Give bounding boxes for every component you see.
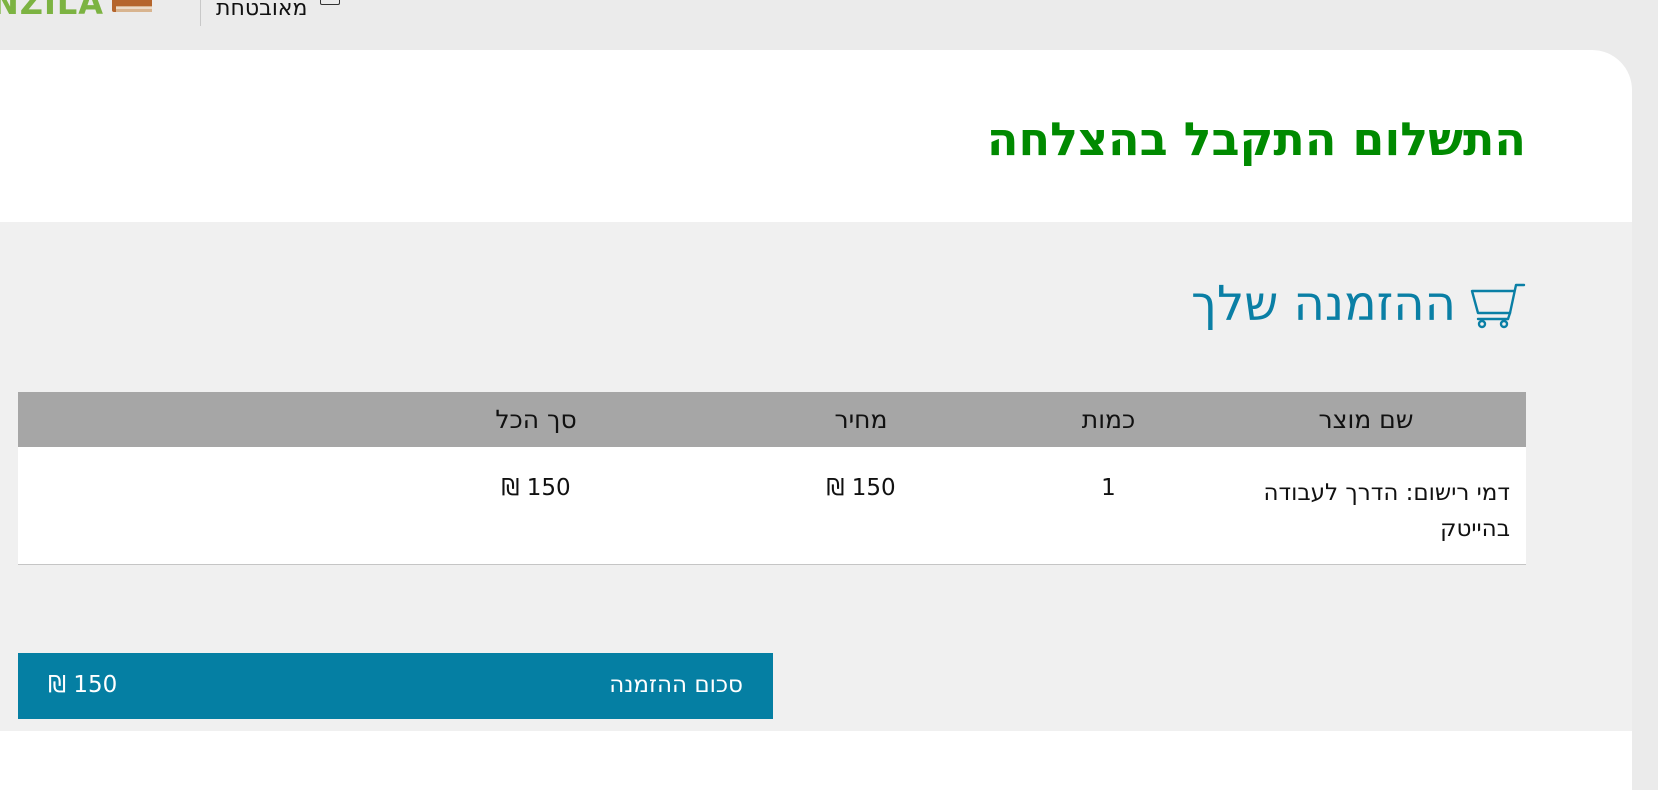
item-name: דמי רישום: הדרך לעבודה בהייטק bbox=[1263, 480, 1511, 542]
column-header-spacer bbox=[18, 392, 361, 447]
header-divider bbox=[200, 0, 201, 26]
main-card: התשלום התקבל בהצלחה ההזמנה שלך שם מוצר כ… bbox=[0, 50, 1632, 790]
secure-link[interactable]: מאובטחת bbox=[216, 0, 307, 21]
order-heading-title: ההזמנה שלך bbox=[1191, 276, 1456, 332]
site-logo[interactable]: NZILA bbox=[0, 0, 104, 22]
item-total: 150 ₪ bbox=[501, 475, 571, 501]
order-total-bar: סכום ההזמנה 150 ₪ bbox=[18, 653, 773, 719]
table-header-row: שם מוצר כמות מחיר סך הכל bbox=[18, 392, 1526, 447]
order-heading: ההזמנה שלך bbox=[1191, 276, 1526, 332]
item-quantity: 1 bbox=[1101, 475, 1116, 501]
top-header: NZILA מאובטחת bbox=[0, 0, 1658, 50]
box-icon bbox=[320, 0, 340, 5]
shopping-cart-icon bbox=[1470, 283, 1526, 329]
order-total-value: 150 ₪ bbox=[48, 672, 118, 698]
item-price: 150 ₪ bbox=[826, 475, 896, 501]
column-header-quantity: כמות bbox=[1081, 405, 1136, 434]
book-icon bbox=[112, 0, 152, 12]
page-title: התשלום התקבל בהצלחה bbox=[986, 112, 1526, 166]
order-section: ההזמנה שלך שם מוצר כמות מחיר סך הכל דמי … bbox=[0, 222, 1632, 731]
column-header-total: סך הכל bbox=[495, 405, 577, 434]
column-header-name: שם מוצר bbox=[1318, 405, 1414, 434]
column-header-price: מחיר bbox=[834, 405, 888, 434]
order-total-label: סכום ההזמנה bbox=[609, 672, 743, 698]
order-table: שם מוצר כמות מחיר סך הכל דמי רישום: הדרך… bbox=[18, 392, 1526, 565]
row-spacer bbox=[18, 447, 361, 564]
table-row: דמי רישום: הדרך לעבודה בהייטק 1 150 ₪ 15… bbox=[18, 447, 1526, 564]
